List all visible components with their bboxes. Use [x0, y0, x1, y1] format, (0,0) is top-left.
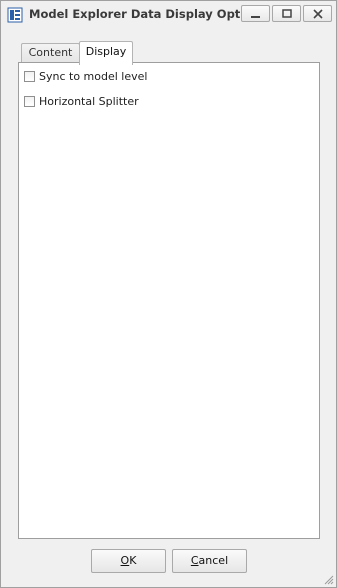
display-tab-panel: Sync to model level Horizontal Splitter [18, 62, 320, 539]
cancel-label-rest: ancel [198, 554, 229, 567]
ok-label-rest: K [129, 554, 137, 567]
cancel-button[interactable]: Cancel [172, 549, 247, 573]
title-bar[interactable]: Model Explorer Data Display Options [1, 1, 336, 29]
tab-content[interactable]: Content [21, 43, 80, 63]
close-button[interactable] [303, 5, 332, 22]
minimize-button[interactable] [241, 5, 270, 22]
option-sync-to-model-level[interactable]: Sync to model level [24, 68, 147, 84]
resize-grip-icon[interactable] [322, 573, 334, 585]
sync-to-model-level-label[interactable]: Sync to model level [39, 70, 147, 83]
dialog-window: Model Explorer Data Display Options Cont… [0, 0, 337, 588]
option-horizontal-splitter[interactable]: Horizontal Splitter [24, 93, 139, 109]
maximize-button[interactable] [272, 5, 301, 22]
ok-button[interactable]: OK [91, 549, 166, 573]
tab-strip: Content Display [18, 41, 320, 65]
cancel-accelerator: C [190, 554, 199, 567]
window-title: Model Explorer Data Display Options [29, 7, 268, 21]
ok-accelerator: O [120, 554, 130, 567]
horizontal-splitter-label[interactable]: Horizontal Splitter [39, 95, 139, 108]
tab-display[interactable]: Display [79, 41, 133, 65]
horizontal-splitter-checkbox[interactable] [24, 95, 35, 107]
app-icon [7, 7, 23, 23]
sync-to-model-level-checkbox[interactable] [24, 70, 35, 82]
